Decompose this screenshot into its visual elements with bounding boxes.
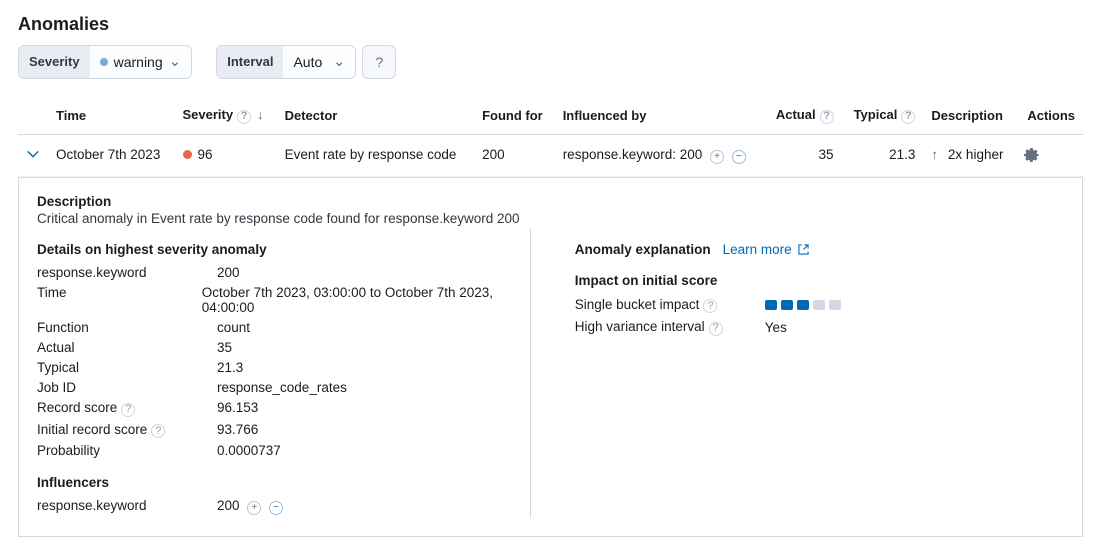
kv-key: Job ID — [37, 380, 217, 395]
severity-filter-label: Severity — [19, 46, 90, 78]
severity-filter[interactable]: Severity warning ⌄ — [18, 45, 192, 79]
influencers-heading: Influencers — [37, 475, 512, 490]
minus-filter-icon[interactable]: − — [269, 501, 283, 515]
explanation-heading: Anomaly explanation — [575, 242, 711, 257]
info-icon: ? — [709, 322, 723, 336]
kv-key: Typical — [37, 360, 217, 375]
info-icon: ? — [237, 110, 251, 124]
kv-key: response.keyword — [37, 498, 217, 515]
kv-key: Probability — [37, 443, 217, 458]
kv-value: count — [217, 320, 250, 335]
page-title: Anomalies — [18, 14, 1083, 35]
col-actions: Actions — [1016, 97, 1083, 134]
info-icon: ? — [820, 110, 834, 124]
col-actual[interactable]: Actual? — [764, 97, 842, 134]
question-icon: ? — [376, 54, 384, 70]
kv-key: response.keyword — [37, 265, 217, 280]
anomalies-table: Time Severity?↓ Detector Found for Influ… — [18, 97, 1083, 537]
kv-key: Record score? — [37, 400, 217, 417]
severity-dot-icon — [183, 150, 192, 159]
interval-filter-value: Auto — [293, 46, 322, 78]
learn-more-link[interactable]: Learn more — [723, 242, 810, 257]
info-icon: ? — [151, 424, 165, 438]
kv-value: 200 + − — [217, 498, 283, 515]
interval-help-button[interactable]: ? — [362, 45, 396, 79]
minus-filter-icon[interactable]: − — [732, 150, 746, 164]
kv-key: Time — [37, 285, 202, 315]
filter-bar: Severity warning ⌄ Interval Auto ⌄ ? — [18, 45, 1083, 79]
severity-filter-value: warning — [114, 46, 163, 78]
kv-value: 0.0000737 — [217, 443, 281, 458]
col-detector[interactable]: Detector — [277, 97, 475, 134]
kv-value: 200 — [217, 265, 240, 280]
kv-value: Yes — [765, 320, 787, 335]
col-description[interactable]: Description — [923, 97, 1016, 134]
kv-value: response_code_rates — [217, 380, 347, 395]
chevron-down-icon — [26, 147, 40, 161]
col-typical[interactable]: Typical? — [842, 97, 924, 134]
description-label: Description — [37, 194, 1064, 209]
col-time[interactable]: Time — [48, 97, 175, 134]
chevron-down-icon: ⌄ — [333, 46, 346, 78]
kv-value: 93.766 — [217, 422, 258, 439]
cell-influenced-by: response.keyword: 200 + − — [555, 134, 764, 176]
impact-bars — [765, 300, 841, 310]
cell-detector: Event rate by response code — [277, 134, 475, 176]
kv-key: Single bucket impact? — [575, 297, 765, 314]
details-heading: Details on highest severity anomaly — [37, 242, 512, 257]
col-severity[interactable]: Severity?↓ — [175, 97, 277, 134]
interval-filter[interactable]: Interval Auto ⌄ — [216, 45, 356, 79]
arrow-up-icon: ↑ — [931, 147, 938, 162]
cell-found-for: 200 — [474, 134, 555, 176]
kv-key: High variance interval? — [575, 319, 765, 336]
impact-heading: Impact on initial score — [575, 273, 1064, 288]
gear-icon — [1024, 147, 1040, 163]
cell-actual: 35 — [764, 134, 842, 176]
kv-value: 35 — [217, 340, 232, 355]
table-row: October 7th 2023 96 Event rate by respon… — [18, 134, 1083, 176]
col-found-for[interactable]: Found for — [474, 97, 555, 134]
kv-value: October 7th 2023, 03:00:00 to October 7t… — [202, 285, 512, 315]
kv-key: Actual — [37, 340, 217, 355]
info-icon: ? — [121, 403, 135, 417]
description-text: Critical anomaly in Event rate by respon… — [37, 211, 1064, 226]
row-actions-button[interactable] — [1024, 147, 1075, 163]
kv-value: 96.153 — [217, 400, 258, 417]
expanded-panel: Description Critical anomaly in Event ra… — [18, 177, 1083, 537]
cell-description: ↑ 2x higher — [923, 134, 1016, 176]
sort-down-icon: ↓ — [257, 107, 264, 122]
plus-filter-icon[interactable]: + — [710, 150, 724, 164]
interval-filter-label: Interval — [217, 46, 283, 78]
kv-value: 21.3 — [217, 360, 243, 375]
info-icon: ? — [901, 110, 915, 124]
severity-dot-icon — [100, 58, 108, 66]
external-link-icon — [798, 244, 809, 255]
info-icon: ? — [703, 299, 717, 313]
chevron-down-icon: ⌄ — [169, 46, 182, 78]
plus-filter-icon[interactable]: + — [247, 501, 261, 515]
cell-severity: 96 — [175, 134, 277, 176]
cell-typical: 21.3 — [842, 134, 924, 176]
col-influenced-by[interactable]: Influenced by — [555, 97, 764, 134]
expand-toggle[interactable] — [26, 147, 40, 161]
kv-key: Initial record score? — [37, 422, 217, 439]
kv-key: Function — [37, 320, 217, 335]
cell-time: October 7th 2023 — [48, 134, 175, 176]
